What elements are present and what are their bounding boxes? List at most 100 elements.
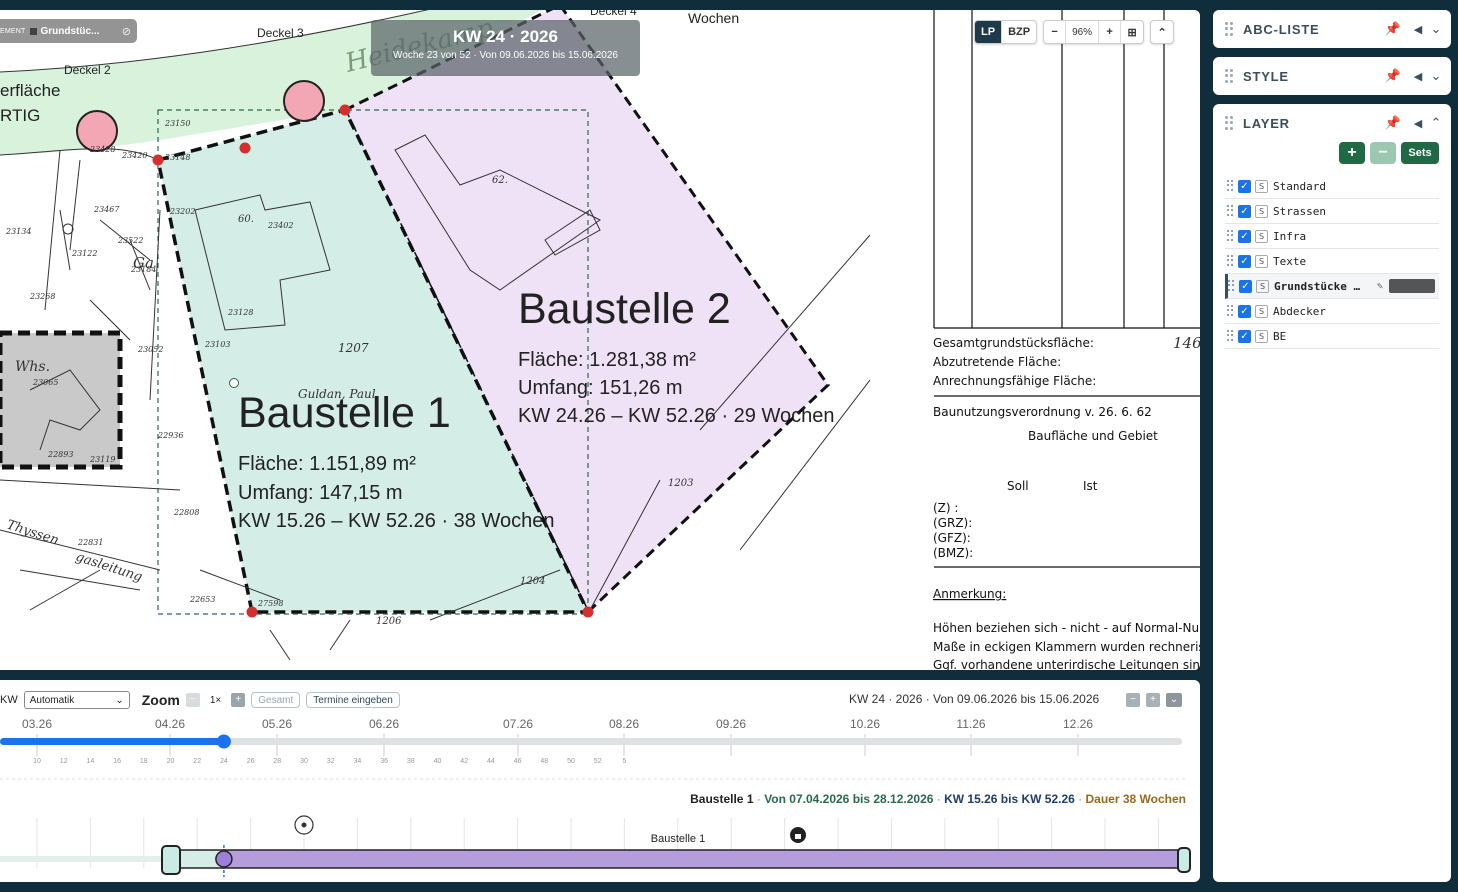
cad-text: 22936 — [157, 431, 183, 440]
week-tick-label: 12 — [60, 758, 68, 765]
mode-select[interactable]: Automatik ⌄ — [23, 691, 130, 709]
kw-label: KW — [0, 694, 18, 706]
add-layer-button[interactable]: + — [1339, 142, 1365, 164]
panel-header[interactable]: STYLE 📌 ◀ ⌄ — [1213, 57, 1451, 95]
mode-select-value: Automatik — [29, 694, 75, 706]
drag-handle-icon[interactable] — [1228, 280, 1235, 292]
termine-button[interactable]: Termine eingeben — [306, 692, 400, 708]
abdecker-area[interactable] — [0, 330, 123, 470]
layer-name: Abdecker — [1273, 304, 1326, 318]
vertex-add-handle[interactable] — [229, 378, 239, 388]
layer-visible-checkbox[interactable]: ✓ — [1238, 254, 1251, 268]
layer-solo-toggle[interactable]: S — [1255, 229, 1268, 243]
vertex-handle[interactable] — [239, 142, 251, 154]
layer-solo-toggle[interactable]: S — [1255, 204, 1268, 218]
grid-icon[interactable]: ⊞ — [1121, 21, 1143, 43]
layer-solo-toggle[interactable]: S — [1255, 329, 1268, 343]
collapse-toolbar: ⌃ — [1150, 20, 1175, 44]
gesamt-button[interactable]: Gesamt — [251, 692, 301, 708]
layer-row[interactable]: ✓ S Strassen — [1225, 199, 1439, 224]
chevron-left-icon[interactable]: ◀ — [1411, 117, 1425, 130]
layer-visible-checkbox[interactable]: ✓ — [1239, 279, 1252, 293]
layer-row[interactable]: ✓ S Infra — [1225, 224, 1439, 249]
layer-solo-toggle[interactable]: S — [1255, 179, 1268, 193]
month-tick-label: 08.26 — [609, 717, 639, 731]
map-canvas[interactable]: Deckel 2 Deckel 3 Deckel 4 Wochen erfläc… — [0, 10, 1200, 670]
vertex-handle[interactable] — [152, 154, 164, 166]
drag-handle-icon[interactable] — [1225, 69, 1233, 83]
cad-text: Whs. — [15, 359, 50, 375]
chevron-left-icon[interactable]: ◀ — [1411, 70, 1425, 83]
range-plus-button[interactable]: + — [1146, 693, 1160, 707]
hide-icon[interactable]: ⊘ — [122, 25, 131, 38]
selected-element-badge[interactable]: EMENT Grundstüc... ⊘ — [0, 19, 137, 43]
layer-color-swatch[interactable] — [1389, 279, 1435, 293]
chevron-down-icon[interactable]: ⌄ — [1429, 21, 1443, 37]
remove-layer-button[interactable]: − — [1370, 142, 1396, 164]
chevron-up-icon[interactable]: ⌃ — [1429, 115, 1443, 131]
vertex-handle[interactable] — [339, 104, 351, 116]
layer-visible-checkbox[interactable]: ✓ — [1238, 329, 1251, 343]
drag-handle-icon[interactable] — [1227, 330, 1234, 342]
month-tick-label: 11.26 — [956, 717, 985, 731]
zoom-out-button[interactable]: − — [1044, 21, 1067, 43]
doc-text: Gesamtgrundstücksfläche: — [933, 336, 1094, 350]
panel-header[interactable]: ABC-LISTE 📌 ◀ ⌄ — [1213, 10, 1451, 48]
layer-visible-checkbox[interactable]: ✓ — [1238, 204, 1251, 218]
info-kw: KW 15.26 bis KW 52.26 — [944, 792, 1075, 806]
lp-button[interactable]: LP — [975, 21, 1003, 43]
chevron-up-icon[interactable]: ⌃ — [1151, 21, 1173, 43]
drag-handle-icon[interactable] — [1227, 255, 1234, 267]
current-week-knob[interactable] — [215, 850, 233, 868]
drag-handle-icon[interactable] — [1227, 180, 1234, 192]
week-tick-label: 48 — [540, 758, 548, 765]
drag-handle-icon[interactable] — [1227, 230, 1234, 242]
zoom-in-button[interactable]: + — [1099, 21, 1122, 43]
drag-handle-icon[interactable] — [1225, 22, 1233, 36]
pin-icon[interactable]: 📌 — [1385, 115, 1401, 131]
baustelle-1-kw-text: KW 15.26 – KW 52.26 · 38 Wochen — [238, 510, 554, 532]
drag-handle-icon[interactable] — [1225, 116, 1233, 130]
deckel-3-marker[interactable] — [283, 80, 325, 122]
pin-icon[interactable]: 📌 — [1385, 68, 1401, 84]
layer-visible-checkbox[interactable]: ✓ — [1238, 179, 1251, 193]
vertex-handle[interactable] — [246, 606, 258, 618]
chevron-down-icon[interactable]: ⌄ — [1166, 693, 1182, 707]
abc-liste-panel: ABC-LISTE 📌 ◀ ⌄ — [1213, 10, 1451, 48]
timeline-chart[interactable]: 03.26 04.26 05.26 06.26 07.26 08.26 09.26 10.26… — [0, 680, 1200, 882]
bar-end-handle[interactable] — [1177, 847, 1191, 873]
chevron-left-icon[interactable]: ◀ — [1411, 23, 1425, 36]
layer-name: BE — [1273, 329, 1287, 343]
layer-solo-toggle[interactable]: S — [1256, 279, 1269, 293]
progress-handle[interactable] — [216, 734, 231, 749]
layer-row[interactable]: ✓ S Grundstücke … ✎ — [1225, 274, 1439, 299]
chevron-down-icon[interactable]: ⌄ — [1429, 68, 1443, 84]
pin-icon[interactable]: 📌 — [1385, 21, 1401, 37]
zoom-value: 1× — [209, 694, 222, 706]
layer-solo-toggle[interactable]: S — [1255, 304, 1268, 318]
bar-future-segment[interactable] — [223, 849, 1186, 869]
layer-solo-toggle[interactable]: S — [1255, 254, 1268, 268]
layer-visible-checkbox[interactable]: ✓ — [1238, 229, 1251, 243]
layer-row[interactable]: ✓ S Texte — [1225, 249, 1439, 274]
edit-icon[interactable]: ✎ — [1377, 281, 1383, 292]
vertex-handle[interactable] — [582, 606, 594, 618]
panel-header[interactable]: LAYER 📌 ◀ ⌃ — [1213, 104, 1451, 142]
site-plan[interactable]: Deckel 2 Deckel 3 Deckel 4 Wochen erfläc… — [0, 10, 1200, 670]
layer-sets-button[interactable]: Sets — [1401, 142, 1439, 164]
zoom-out-button[interactable]: − — [185, 693, 200, 707]
range-minus-button[interactable]: − — [1126, 693, 1140, 707]
doc-text: Soll — [1007, 479, 1029, 493]
layer-row[interactable]: ✓ S Standard — [1225, 174, 1439, 199]
bzp-button[interactable]: BZP — [1002, 21, 1036, 43]
zoom-in-button[interactable]: + — [231, 693, 246, 707]
layer-row[interactable]: ✓ S BE — [1225, 324, 1439, 349]
target-icon-center — [301, 822, 307, 828]
bar-start-handle[interactable] — [161, 845, 181, 875]
layer-row[interactable]: ✓ S Abdecker — [1225, 299, 1439, 324]
layer-visible-checkbox[interactable]: ✓ — [1238, 304, 1251, 318]
cad-text: 22653 — [189, 595, 215, 604]
timeline-panel: 03.26 04.26 05.26 06.26 07.26 08.26 09.26 10.26… — [0, 680, 1200, 882]
drag-handle-icon[interactable] — [1227, 205, 1234, 217]
drag-handle-icon[interactable] — [1227, 305, 1234, 317]
